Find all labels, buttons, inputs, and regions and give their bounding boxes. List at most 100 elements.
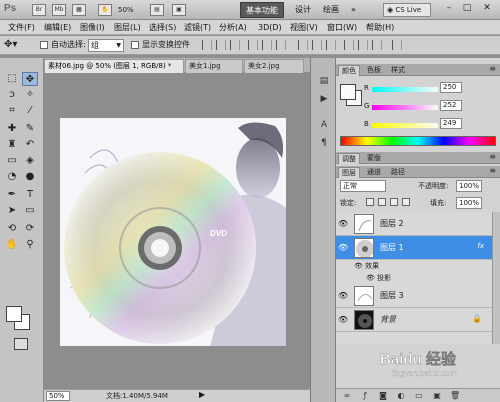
tab-channels[interactable]: 通道 bbox=[364, 167, 384, 178]
link-layers-icon[interactable]: ∞ bbox=[342, 391, 352, 401]
magic-wand-tool-icon[interactable]: ✧ bbox=[22, 88, 38, 102]
menu-file[interactable]: 文件(F) bbox=[8, 21, 35, 34]
workspace-painting-button[interactable]: 绘画 bbox=[318, 2, 344, 18]
blur-tool-icon[interactable]: ◔ bbox=[4, 170, 20, 184]
layers-scrollbar[interactable] bbox=[492, 212, 500, 344]
menu-view[interactable]: 视图(V) bbox=[290, 21, 318, 34]
status-zoom-field[interactable]: 50% bbox=[46, 391, 70, 401]
tab-document-3[interactable]: 美女2.jpg bbox=[244, 59, 304, 73]
eraser-tool-icon[interactable]: ▭ bbox=[4, 154, 20, 168]
visibility-eye-icon[interactable]: 👁 bbox=[338, 219, 348, 229]
lock-transparency-icon[interactable] bbox=[366, 198, 374, 206]
hand-zoom-icon[interactable]: ✋ bbox=[98, 4, 112, 16]
auto-select-dropdown[interactable]: 组 ▼ bbox=[88, 39, 124, 52]
menu-help[interactable]: 帮助(H) bbox=[366, 21, 394, 34]
tab-document-active[interactable]: 素材06.jpg @ 50% (图层 1, RGB/8) * bbox=[44, 59, 184, 73]
dodge-tool-icon[interactable]: ● bbox=[22, 170, 38, 184]
distribute-top-icon[interactable] bbox=[298, 40, 308, 50]
add-layer-style-icon[interactable]: ƒ bbox=[360, 391, 370, 401]
minimize-button[interactable]: – bbox=[442, 2, 456, 16]
fill-input[interactable]: 100% bbox=[456, 197, 482, 209]
adjustment-layer-icon[interactable]: ◐ bbox=[396, 391, 406, 401]
menu-select[interactable]: 选择(S) bbox=[149, 21, 176, 34]
slider-b[interactable] bbox=[372, 123, 438, 128]
layer-row-layer-3[interactable]: 👁 图层 3 bbox=[336, 284, 492, 308]
auto-align-icon[interactable] bbox=[392, 40, 402, 50]
layer-row-layer-2[interactable]: 👁 图层 2 bbox=[336, 212, 492, 236]
document-canvas[interactable]: DVD bbox=[60, 118, 286, 346]
trash-icon[interactable]: 🗑 bbox=[450, 391, 460, 401]
distribute-right-icon[interactable] bbox=[372, 40, 382, 50]
bridge-icon[interactable]: Br bbox=[32, 4, 46, 16]
maximize-button[interactable]: □ bbox=[460, 2, 474, 16]
effect-drop-shadow-row[interactable]: 👁 投影 bbox=[336, 272, 492, 284]
new-layer-icon[interactable]: ▣ bbox=[432, 391, 442, 401]
clone-stamp-tool-icon[interactable]: ♜ bbox=[4, 138, 20, 152]
workspace-essentials-button[interactable]: 基本功能 bbox=[240, 2, 284, 18]
path-selection-tool-icon[interactable]: ➤ bbox=[4, 204, 20, 218]
layer-row-background[interactable]: 👁 背景 🔒 bbox=[336, 308, 492, 332]
eye-icon[interactable]: 👁 bbox=[354, 262, 363, 270]
color-foreground-swatch[interactable] bbox=[340, 84, 356, 100]
canvas-area[interactable]: DVD bbox=[44, 73, 310, 389]
distribute-left-icon[interactable] bbox=[344, 40, 354, 50]
show-transform-checkbox[interactable] bbox=[131, 41, 139, 49]
fx-icon[interactable]: fx bbox=[477, 242, 484, 250]
layer-name[interactable]: 背景 bbox=[380, 314, 396, 325]
visibility-eye-icon[interactable]: 👁 bbox=[338, 291, 348, 301]
3d-rotate-tool-icon[interactable]: ⟲ bbox=[4, 222, 20, 236]
menu-edit[interactable]: 编辑(E) bbox=[44, 21, 71, 34]
crop-tool-icon[interactable]: ⌗ bbox=[4, 104, 20, 118]
adjust-panel-menu-icon[interactable]: ≡ bbox=[489, 152, 496, 161]
menu-layer[interactable]: 图层(L) bbox=[114, 21, 141, 34]
history-panel-icon[interactable]: ▤ bbox=[316, 74, 332, 88]
history-brush-tool-icon[interactable]: ↶ bbox=[22, 138, 38, 152]
workspace-design-button[interactable]: 设计 bbox=[290, 2, 316, 18]
color-spectrum-bar[interactable] bbox=[340, 136, 496, 146]
arrange-documents-icon[interactable]: ▤ bbox=[150, 4, 164, 16]
tab-adjustments[interactable]: 调整 bbox=[338, 153, 360, 164]
add-mask-icon[interactable]: ◙ bbox=[378, 391, 388, 401]
new-group-icon[interactable]: ▭ bbox=[414, 391, 424, 401]
opacity-input[interactable]: 100% bbox=[456, 180, 482, 192]
menu-image[interactable]: 图像(I) bbox=[80, 21, 105, 34]
layer-name[interactable]: 图层 3 bbox=[380, 290, 404, 301]
close-button[interactable]: ✕ bbox=[480, 2, 494, 16]
healing-brush-tool-icon[interactable]: ✚ bbox=[4, 122, 20, 136]
lock-all-icon[interactable] bbox=[402, 198, 410, 206]
paint-bucket-tool-icon[interactable]: ◈ bbox=[22, 154, 38, 168]
color-panel-menu-icon[interactable]: ≡ bbox=[489, 64, 496, 73]
zoom-dropdown[interactable]: 50% bbox=[118, 4, 146, 16]
slider-value-g[interactable]: 252 bbox=[440, 100, 462, 111]
align-top-icon[interactable] bbox=[202, 40, 212, 50]
distribute-bottom-icon[interactable] bbox=[326, 40, 336, 50]
foreground-color-swatch[interactable] bbox=[6, 306, 22, 322]
eye-icon[interactable]: 👁 bbox=[366, 274, 375, 282]
eyedropper-tool-icon[interactable]: ⁄ bbox=[22, 104, 38, 118]
visibility-eye-icon[interactable]: 👁 bbox=[338, 243, 348, 253]
slider-value-b[interactable]: 249 bbox=[440, 118, 462, 129]
align-vcenter-icon[interactable] bbox=[216, 40, 226, 50]
zoom-tool-icon[interactable]: ⚲ bbox=[22, 238, 38, 252]
menu-analysis[interactable]: 分析(A) bbox=[219, 21, 247, 34]
slider-r[interactable] bbox=[372, 87, 438, 92]
brush-tool-icon[interactable]: ✎ bbox=[22, 122, 38, 136]
move-tool-icon[interactable]: ✥ bbox=[22, 72, 38, 86]
layers-panel-menu-icon[interactable]: ≡ bbox=[489, 166, 496, 175]
lasso-tool-icon[interactable]: ↄ bbox=[4, 88, 20, 102]
workspace-more-button[interactable]: » bbox=[346, 2, 361, 18]
tab-masks[interactable]: 蒙版 bbox=[364, 153, 384, 164]
tab-layers[interactable]: 图层 bbox=[338, 167, 360, 178]
3d-camera-tool-icon[interactable]: ⟳ bbox=[22, 222, 38, 236]
lock-position-icon[interactable] bbox=[390, 198, 398, 206]
distribute-hcenter-icon[interactable] bbox=[358, 40, 368, 50]
quick-mask-icon[interactable] bbox=[14, 338, 28, 350]
screen-mode-icon[interactable]: ▣ bbox=[172, 4, 186, 16]
distribute-vcenter-icon[interactable] bbox=[312, 40, 322, 50]
rectangle-tool-icon[interactable]: ▭ bbox=[22, 204, 38, 218]
type-tool-icon[interactable]: T bbox=[22, 188, 38, 202]
hand-tool-icon[interactable]: ✋ bbox=[4, 238, 20, 252]
menu-window[interactable]: 窗口(W) bbox=[327, 21, 357, 34]
layer-row-layer-1[interactable]: 👁 图层 1 fx bbox=[336, 236, 492, 260]
tab-swatches[interactable]: 色板 bbox=[364, 65, 384, 76]
